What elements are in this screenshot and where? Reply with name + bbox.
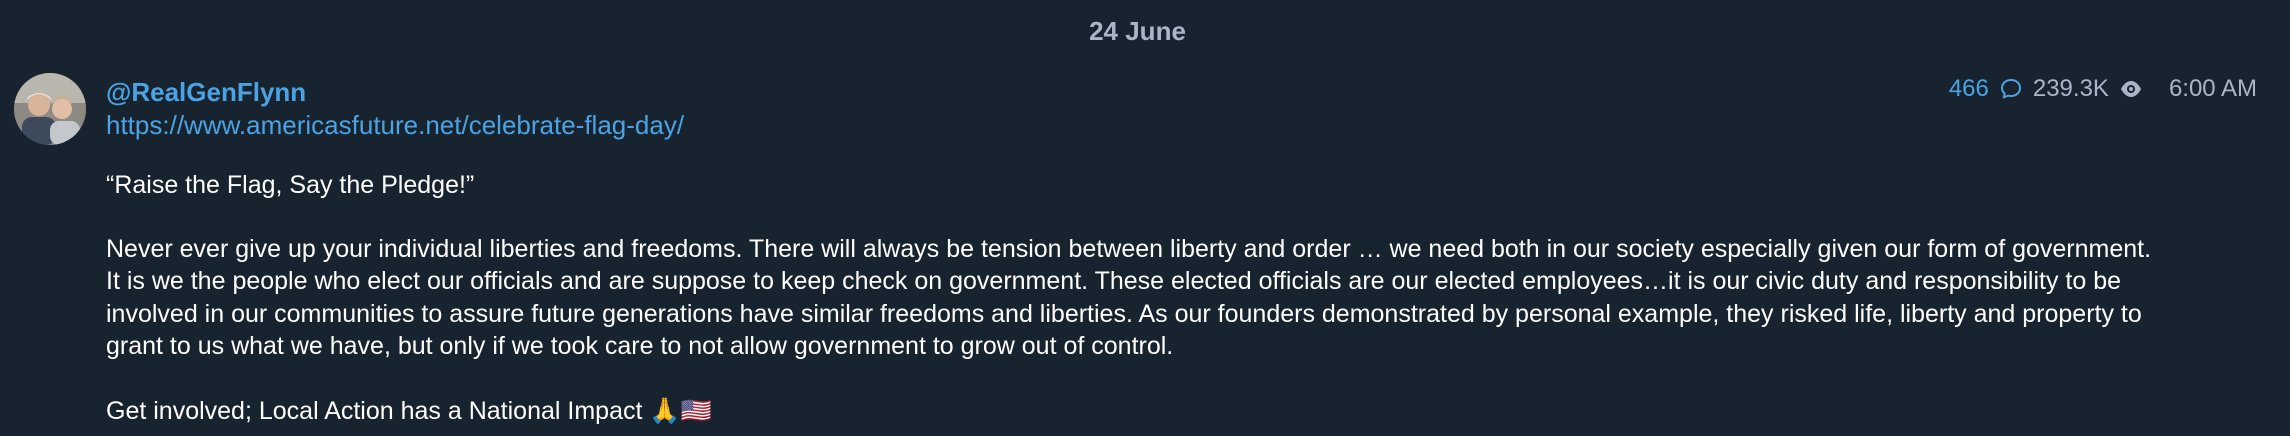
post-time: 6:00 AM xyxy=(2168,75,2257,102)
post-body: Never ever give up your individual liber… xyxy=(106,234,2152,361)
message: @RealGenFlynn https://www.americasfuture… xyxy=(106,76,2206,427)
post-link[interactable]: https://www.americasfuture.net/celebrate… xyxy=(106,108,2206,142)
date-separator: 24 June xyxy=(1089,16,1186,46)
avatar-photo-icon xyxy=(14,73,86,145)
closing-text: Get involved; Local Action has a Nationa… xyxy=(106,396,643,425)
author-name[interactable]: @RealGenFlynn xyxy=(106,76,2206,108)
post-headline: “Raise the Flag, Say the Pledge!” xyxy=(106,171,475,199)
pray-flag-emoji: 🙏🇺🇸 xyxy=(649,395,712,425)
view-count: 239.3K xyxy=(2032,75,2109,102)
reply-count[interactable]: 466 xyxy=(1949,75,1989,103)
message-meta: 466 239.3K 6:00 AM xyxy=(1949,75,2257,103)
comment-bubble-icon[interactable] xyxy=(1999,77,2023,101)
post-closing: Get involved; Local Action has a Nationa… xyxy=(106,395,2206,428)
avatar[interactable] xyxy=(14,73,86,145)
eye-icon xyxy=(2119,79,2143,99)
